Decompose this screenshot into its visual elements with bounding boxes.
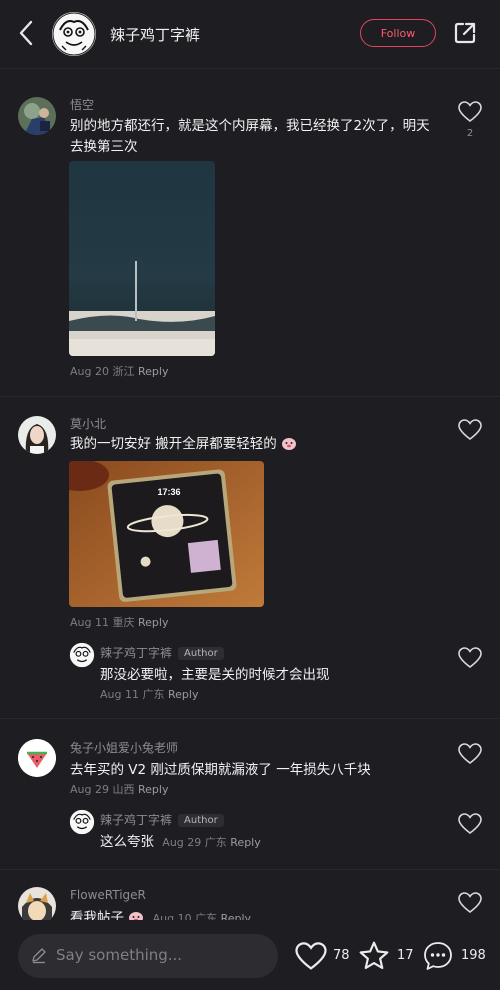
top-bar: 辣子鸡丁字裤 Follow	[0, 0, 500, 69]
comment-region: 山西	[112, 783, 135, 796]
comment-username[interactable]: 兔子小姐爱小兔老师	[70, 739, 178, 756]
reply-region: 广东	[204, 836, 227, 849]
comment-text: 别的地方都还行，就是这个内屏幕，我已经换了2次了，明天	[70, 118, 430, 134]
pencil-icon	[32, 948, 46, 964]
author-avatar[interactable]	[52, 12, 96, 56]
comment-date: Aug 11	[70, 616, 109, 629]
divider	[0, 396, 500, 397]
reply-button[interactable]: Reply	[168, 688, 198, 701]
comment-meta: Aug 20 浙江 Reply	[70, 363, 168, 379]
comment-region: 浙江	[112, 365, 135, 378]
follow-button[interactable]: Follow	[360, 19, 436, 47]
like-heart-icon[interactable]	[458, 419, 482, 441]
reply-button[interactable]: Reply	[230, 836, 260, 849]
phone-clock-text: 17:36	[157, 487, 180, 497]
reply-meta: Aug 29 广东 Reply	[162, 836, 260, 849]
user-avatar[interactable]	[18, 416, 56, 454]
comment-username[interactable]: 悟空	[70, 96, 94, 113]
like-heart-icon[interactable]	[458, 813, 482, 835]
comment-text: 去年买的 V2 刚过质保期就漏液了 一年损失八千块	[70, 762, 371, 778]
reply-text-content: 这么夸张	[100, 834, 154, 850]
back-arrow-icon[interactable]	[14, 18, 38, 48]
like-heart-icon[interactable]	[458, 101, 482, 123]
comment-text-content: 我的一切安好 搬开全屏都要轻轻的	[70, 436, 277, 452]
like-heart-icon[interactable]	[458, 892, 482, 914]
divider	[0, 869, 500, 870]
reply-author-avatar[interactable]	[69, 642, 95, 668]
reply-meta: Aug 11 广东 Reply	[100, 686, 198, 702]
reply-region: 广东	[142, 688, 165, 701]
comment-text-line2: 去换第三次	[70, 139, 138, 155]
star-icon[interactable]	[358, 940, 390, 972]
reply-username: 辣子鸡丁字裤 Author	[100, 644, 224, 661]
favorite-count: 17	[397, 948, 414, 963]
reply-date: Aug 11	[100, 688, 139, 701]
like-count: 2	[466, 128, 474, 139]
like-heart-icon[interactable]	[458, 647, 482, 669]
reply-username-text[interactable]: 辣子鸡丁字裤	[100, 813, 172, 827]
user-avatar[interactable]	[18, 97, 56, 135]
author-name[interactable]: 辣子鸡丁字裤	[110, 24, 200, 45]
like-heart-icon[interactable]	[458, 743, 482, 765]
comment-input[interactable]: Say something...	[18, 934, 278, 978]
reply-username-text[interactable]: 辣子鸡丁字裤	[100, 646, 172, 660]
sticker-emoji-icon	[281, 436, 297, 450]
comment-image[interactable]: 17:36	[69, 461, 264, 607]
reply-author-avatar[interactable]	[69, 809, 95, 835]
like-count: 78	[333, 948, 350, 963]
comment-text: 我的一切安好 搬开全屏都要轻轻的	[70, 434, 297, 455]
comment-meta: Aug 29 山西 Reply	[70, 781, 168, 797]
comment-input-placeholder: Say something...	[56, 946, 183, 964]
comment-date: Aug 29	[70, 783, 109, 796]
comment-username[interactable]: FloweRTigeR	[70, 888, 146, 902]
comment-date: Aug 20	[70, 365, 109, 378]
comment-region: 重庆	[112, 616, 135, 629]
comment-username[interactable]: 莫小北	[70, 415, 106, 432]
comment-image[interactable]	[69, 161, 215, 356]
like-heart-icon[interactable]	[295, 942, 327, 971]
divider	[0, 718, 500, 719]
reply-button[interactable]: Reply	[138, 783, 168, 796]
comment-count: 198	[461, 948, 486, 963]
user-avatar[interactable]	[18, 739, 56, 777]
reply-button[interactable]: Reply	[138, 365, 168, 378]
comment-meta: Aug 11 重庆 Reply	[70, 614, 168, 630]
author-tag: Author	[178, 647, 224, 660]
reply-text: 那没必要啦，主要是关的时候才会出现	[100, 667, 330, 683]
comment-bubble-icon[interactable]	[422, 940, 454, 972]
reply-date: Aug 29	[162, 836, 202, 849]
reply-text: 这么夸张 Aug 29 广东 Reply	[100, 832, 261, 853]
reply-username: 辣子鸡丁字裤 Author	[100, 811, 224, 828]
reply-button[interactable]: Reply	[138, 616, 168, 629]
share-icon[interactable]	[452, 20, 478, 46]
bottom-action-bar: Say something... 78 17 198	[0, 920, 500, 990]
author-tag: Author	[178, 814, 224, 827]
